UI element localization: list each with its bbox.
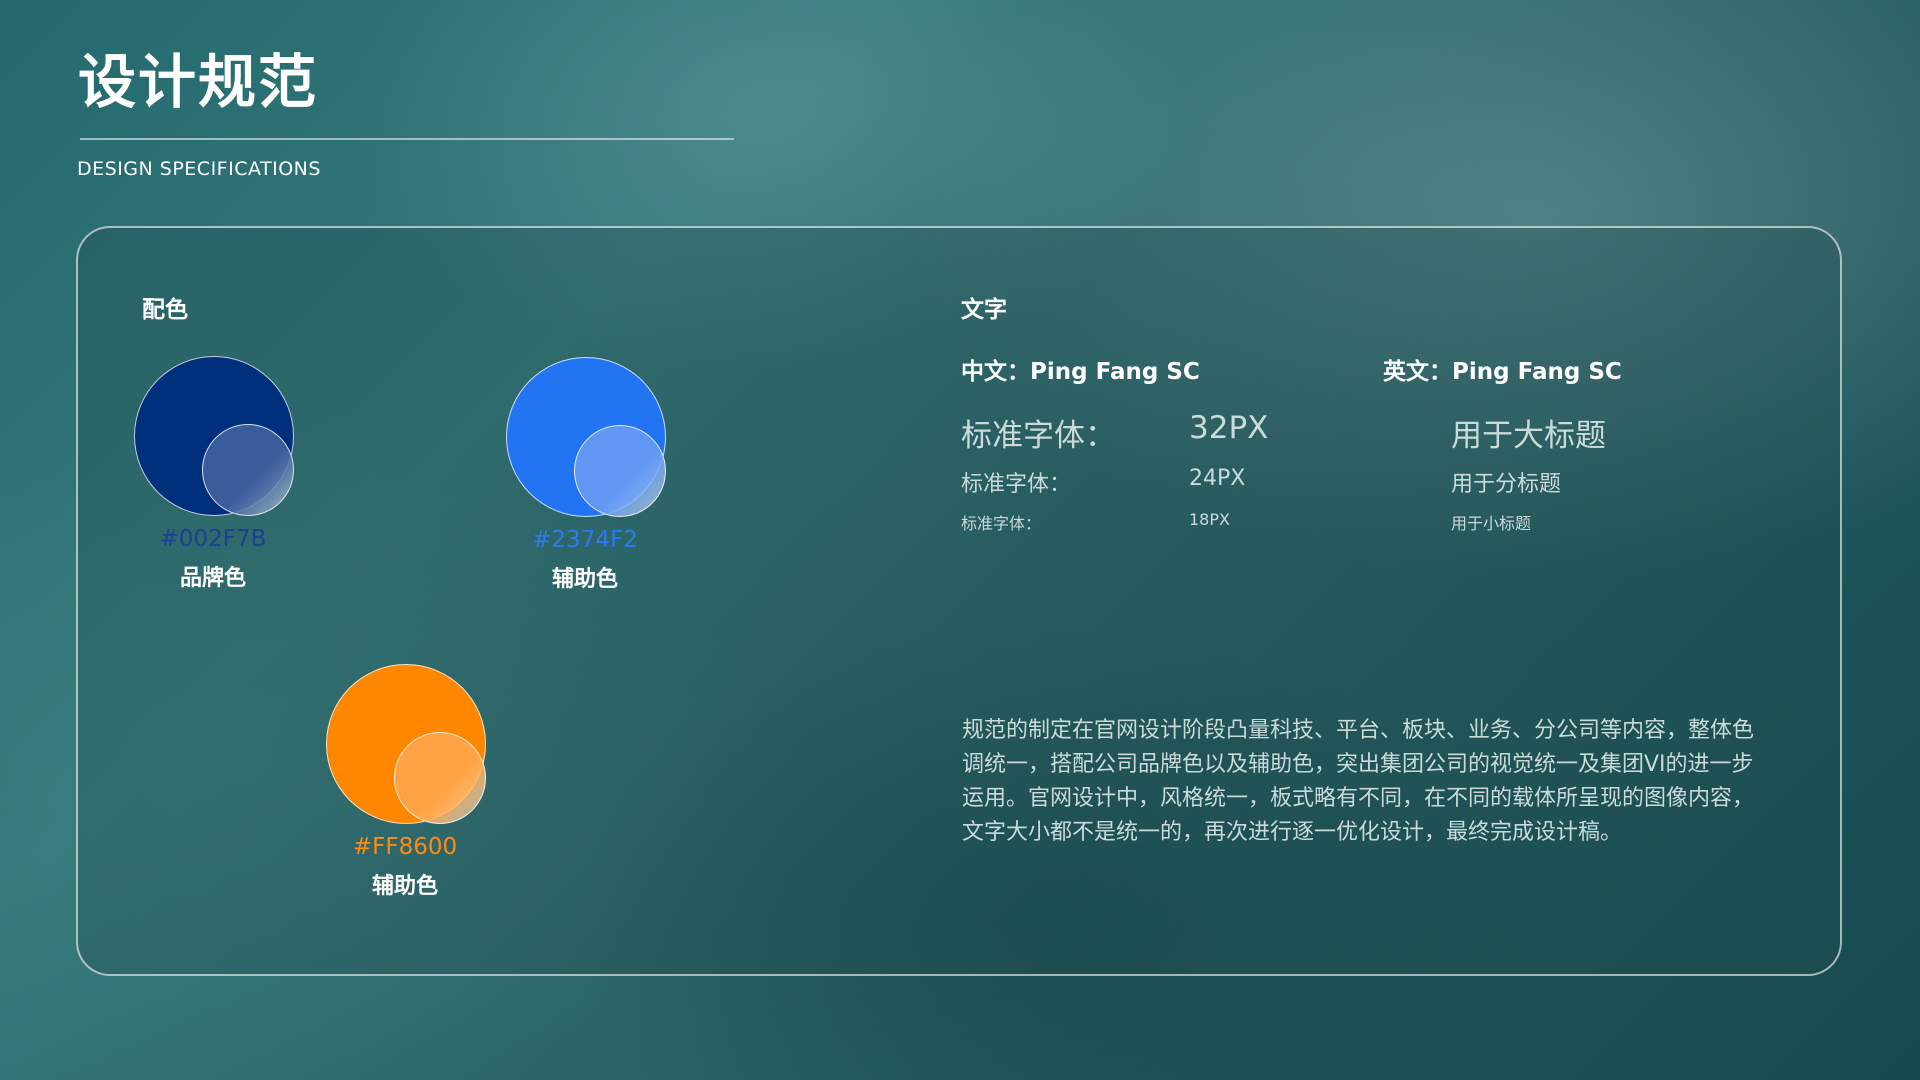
colors-heading: 配色 [142,297,188,323]
type-row-usage-32: 用于大标题 [1451,418,1606,454]
swatch-hex-code: #2374F2 [532,527,638,553]
title-divider [80,138,734,140]
type-row-size-32: 32PX [1189,410,1269,446]
page-subtitle: DESIGN SPECIFICATIONS [77,158,321,180]
type-row-label-24: 标准字体： [961,472,1072,497]
chinese-font-spec: 中文：Ping Fang SC [961,359,1200,385]
type-row-size-24: 24PX [1189,466,1246,491]
type-row-usage-18: 用于小标题 [1451,514,1532,533]
type-row-size-18: 18PX [1189,510,1230,529]
swatch-hex-code: #FF8600 [352,834,458,860]
typography-heading: 文字 [961,297,1007,323]
swatch-brand: #002F7B 品牌色 [78,356,348,616]
swatch-secondary-orange: #FF8600 辅助色 [270,664,540,924]
english-font-spec: 英文：Ping Fang SC [1383,359,1622,385]
swatch-secondary-blue: #2374F2 辅助色 [450,357,720,617]
design-description: 规范的制定在官网设计阶段凸量科技、平台、板块、业务、分公司等内容，整体色调统一，… [962,718,1755,845]
type-row-label-32: 标准字体： [961,418,1116,454]
page-title: 设计规范 [78,48,319,116]
swatch-label: 品牌色 [179,566,246,591]
swatch-hex-code: #002F7B [159,526,267,552]
swatch-circle-overlay [574,425,666,517]
swatch-circle-overlay [394,732,486,824]
type-row-label-18: 标准字体： [961,514,1042,533]
type-row-usage-24: 用于分标题 [1451,472,1562,497]
swatch-label: 辅助色 [371,874,438,899]
spec-panel: 配色 #002F7B 品牌色 #2374F2 辅助色 #FF8600 辅助色 文… [76,226,1842,976]
swatch-circle-overlay [202,424,294,516]
swatch-label: 辅助色 [551,567,618,592]
